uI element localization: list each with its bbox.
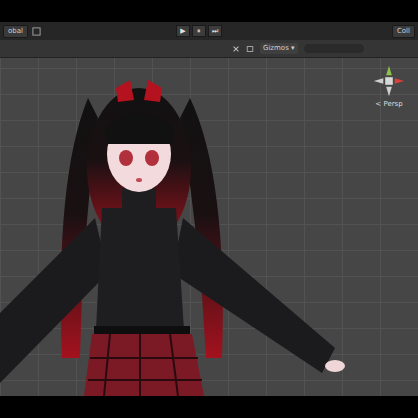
orientation-gizmo[interactable]: < Persp	[366, 62, 412, 108]
bottom-letterbox	[0, 396, 418, 418]
play-controls: ▶⏸⏭	[176, 25, 222, 37]
editor-screen: obal ▶⏸⏭ Coll Gizmos ▾ < Persp	[0, 0, 418, 418]
scene-toolbar: Gizmos ▾	[0, 40, 418, 58]
play-control-button[interactable]: ▶	[176, 25, 190, 37]
tools-icon[interactable]	[232, 45, 240, 53]
projection-label[interactable]: < Persp	[375, 100, 402, 108]
top-letterbox	[0, 0, 418, 22]
play-control-button[interactable]: ⏭	[208, 25, 222, 37]
play-control-button[interactable]: ⏸	[192, 25, 206, 37]
gizmos-dropdown[interactable]: Gizmos ▾	[260, 43, 298, 54]
collab-button[interactable]: Coll	[392, 25, 415, 38]
scene-search-field[interactable]	[304, 44, 364, 53]
scene-visibility-icon[interactable]	[246, 45, 254, 53]
grid-snap-icon[interactable]	[32, 27, 41, 36]
global-toggle[interactable]: obal	[3, 25, 28, 38]
axis-cube-icon[interactable]	[370, 62, 408, 100]
character-model[interactable]	[0, 58, 418, 396]
scene-viewport[interactable]: < Persp	[0, 58, 418, 396]
main-toolbar: obal ▶⏸⏭ Coll	[0, 22, 418, 40]
